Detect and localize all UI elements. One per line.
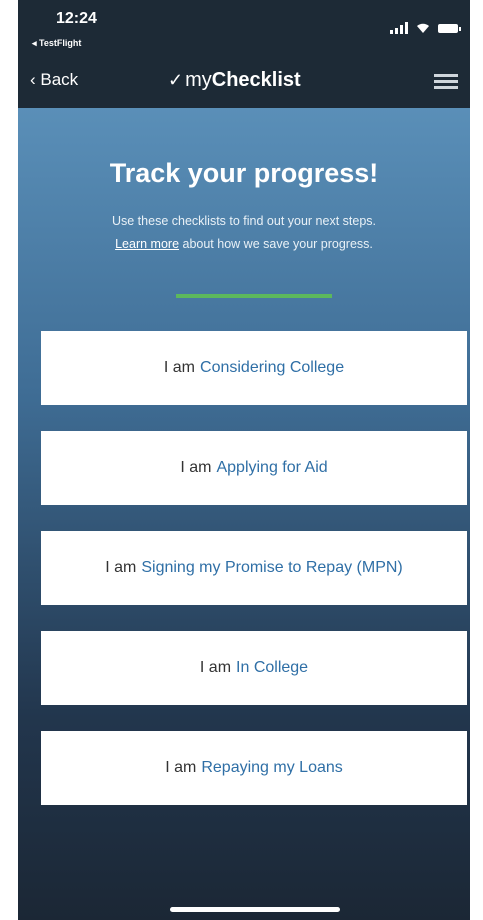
cellular-signal-icon	[390, 22, 408, 34]
status-bar: 12:24 ◂ TestFlight	[18, 0, 470, 56]
back-to-app-link[interactable]: ◂ TestFlight	[32, 38, 81, 49]
option-prefix: I am	[105, 559, 137, 576]
app-title-prefix: my	[185, 69, 212, 91]
option-label: Repaying my Loans	[201, 759, 343, 776]
option-signing-mpn[interactable]: I am Signing my Promise to Repay (MPN)	[41, 531, 467, 605]
status-icons	[390, 22, 461, 34]
intro-text: Use these checklists to find out your ne…	[18, 210, 470, 256]
option-label: Applying for Aid	[216, 459, 328, 476]
learn-more-link[interactable]: Learn more	[115, 237, 179, 251]
option-prefix: I am	[163, 359, 196, 376]
option-label: Considering College	[200, 359, 345, 376]
option-applying-for-aid[interactable]: I am Applying for Aid	[41, 431, 467, 505]
option-prefix: I am	[165, 759, 197, 776]
back-button[interactable]: ‹ Back	[30, 70, 78, 90]
app-title: ✓ myChecklist	[168, 69, 301, 92]
intro-line-2: Learn more about how we save your progre…	[18, 233, 470, 256]
option-prefix: I am	[199, 659, 232, 676]
wifi-icon	[417, 23, 429, 33]
option-prefix: I am	[180, 459, 212, 476]
option-in-college[interactable]: I am In College	[41, 631, 467, 705]
home-indicator[interactable]	[170, 907, 340, 912]
intro-line-2-rest: about how we save your progress.	[179, 237, 373, 251]
phone-screen: 12:24 ◂ TestFlight ‹ Back ✓ myChecklist T…	[18, 0, 470, 920]
option-considering-college[interactable]: I am Considering College	[41, 331, 467, 405]
app-title-bold: Checklist	[211, 69, 301, 91]
status-time: 12:24	[56, 10, 97, 27]
page-title: Track your progress!	[109, 158, 379, 188]
main-content: Track your progress! Use these checklist…	[18, 108, 470, 920]
menu-icon[interactable]	[434, 74, 458, 92]
option-label: In College	[236, 659, 309, 676]
battery-icon	[438, 23, 461, 33]
option-label: Signing my Promise to Repay (MPN)	[141, 559, 403, 576]
navigation-bar: ‹ Back ✓ myChecklist	[18, 56, 470, 109]
option-repaying-loans[interactable]: I am Repaying my Loans	[41, 731, 467, 805]
checkmark-icon: ✓	[168, 70, 184, 90]
divider	[176, 294, 332, 298]
intro-line-1: Use these checklists to find out your ne…	[111, 214, 377, 228]
